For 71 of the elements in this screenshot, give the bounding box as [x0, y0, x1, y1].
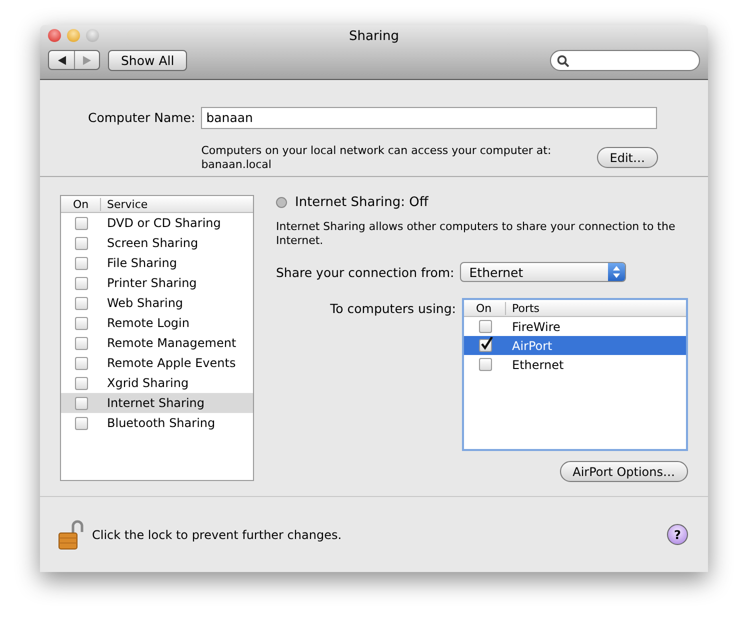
checkbox[interactable]	[478, 339, 492, 352]
search-field[interactable]	[550, 50, 700, 71]
checkbox[interactable]	[74, 416, 88, 430]
checkbox[interactable]	[74, 376, 88, 390]
port-name: FireWire	[511, 320, 560, 334]
service-name: Printer Sharing	[106, 276, 197, 290]
search-icon	[557, 54, 569, 66]
edit-button[interactable]: Edit…	[596, 147, 658, 168]
checkbox[interactable]	[74, 336, 88, 350]
unlocked-padlock-icon[interactable]	[58, 520, 84, 550]
window-title: Sharing	[348, 29, 400, 44]
zoom-button[interactable]	[86, 29, 99, 42]
service-name: Internet Sharing	[106, 396, 205, 410]
column-header: Service	[106, 198, 148, 210]
column-header: Ports	[511, 302, 540, 314]
service-row[interactable]: Screen Sharing	[61, 233, 253, 253]
service-name: File Sharing	[106, 256, 177, 270]
port-name: Ethernet	[511, 358, 564, 372]
service-name: Bluetooth Sharing	[106, 416, 216, 430]
checkbox[interactable]	[74, 316, 88, 330]
service-name: DVD or CD Sharing	[106, 216, 221, 230]
service-name: Xgrid Sharing	[106, 376, 189, 390]
minimize-button[interactable]	[67, 29, 80, 42]
close-button[interactable]	[48, 29, 61, 42]
checkbox[interactable]	[74, 276, 88, 290]
port-row[interactable]: FireWire	[464, 317, 686, 336]
left-triangle-icon	[58, 56, 66, 64]
airport-options-button[interactable]: AirPort Options…	[560, 461, 688, 482]
column-header: On	[61, 198, 101, 210]
service-row[interactable]: Web Sharing	[61, 293, 253, 313]
service-name: Screen Sharing	[106, 236, 198, 250]
computer-name-field[interactable]: banaan	[201, 106, 658, 128]
computer-name-label: Computer Name:	[88, 110, 196, 125]
to-computers-label: To computers using:	[329, 300, 456, 318]
service-row[interactable]: Printer Sharing	[61, 273, 253, 293]
help-button[interactable]: ?	[667, 524, 688, 545]
lock-text: Click the lock to prevent further changes.	[92, 528, 343, 542]
port-name: AirPort	[511, 338, 552, 352]
service-name: Remote Management	[106, 336, 236, 350]
service-name: Web Sharing	[106, 296, 184, 310]
checkbox[interactable]	[74, 236, 88, 250]
info-text: Computers on your local network can access your computer at:	[201, 144, 552, 158]
service-name: Remote Login	[106, 316, 190, 330]
back-forward-control[interactable]	[48, 50, 100, 70]
right-triangle-icon	[83, 56, 91, 64]
service-row[interactable]: Xgrid Sharing	[61, 373, 253, 393]
checkbox[interactable]	[478, 358, 492, 371]
checkbox[interactable]	[478, 320, 492, 333]
up-down-arrows-icon	[613, 266, 620, 278]
share-from-label: Share your connection from:	[276, 264, 454, 280]
checkbox[interactable]	[74, 356, 88, 370]
checkbox[interactable]	[74, 296, 88, 310]
service-row[interactable]: DVD or CD Sharing	[61, 213, 253, 233]
checkbox[interactable]	[74, 256, 88, 270]
show-all-button[interactable]: Show All	[108, 50, 188, 71]
port-row[interactable]: AirPort	[464, 336, 686, 355]
service-row[interactable]: File Sharing	[61, 253, 253, 273]
address-text: banaan.local	[201, 158, 272, 172]
service-row[interactable]: Remote Management	[61, 333, 253, 353]
checkbox[interactable]	[74, 216, 88, 230]
column-header: On	[464, 302, 506, 314]
checkbox[interactable]	[74, 396, 88, 410]
service-row[interactable]: Bluetooth Sharing	[61, 413, 253, 433]
service-row[interactable]: Remote Apple Events	[61, 353, 253, 373]
share-from-popup[interactable]: Ethernet	[460, 262, 626, 282]
service-name: Remote Apple Events	[106, 356, 236, 370]
service-row[interactable]: Remote Login	[61, 313, 253, 333]
description-text: Internet Sharing allows other computers to share your connection to the Internet.	[276, 220, 676, 248]
port-row[interactable]: Ethernet	[464, 355, 686, 374]
service-row[interactable]: Internet Sharing	[61, 393, 253, 413]
status-text: Internet Sharing: Off	[295, 195, 428, 210]
